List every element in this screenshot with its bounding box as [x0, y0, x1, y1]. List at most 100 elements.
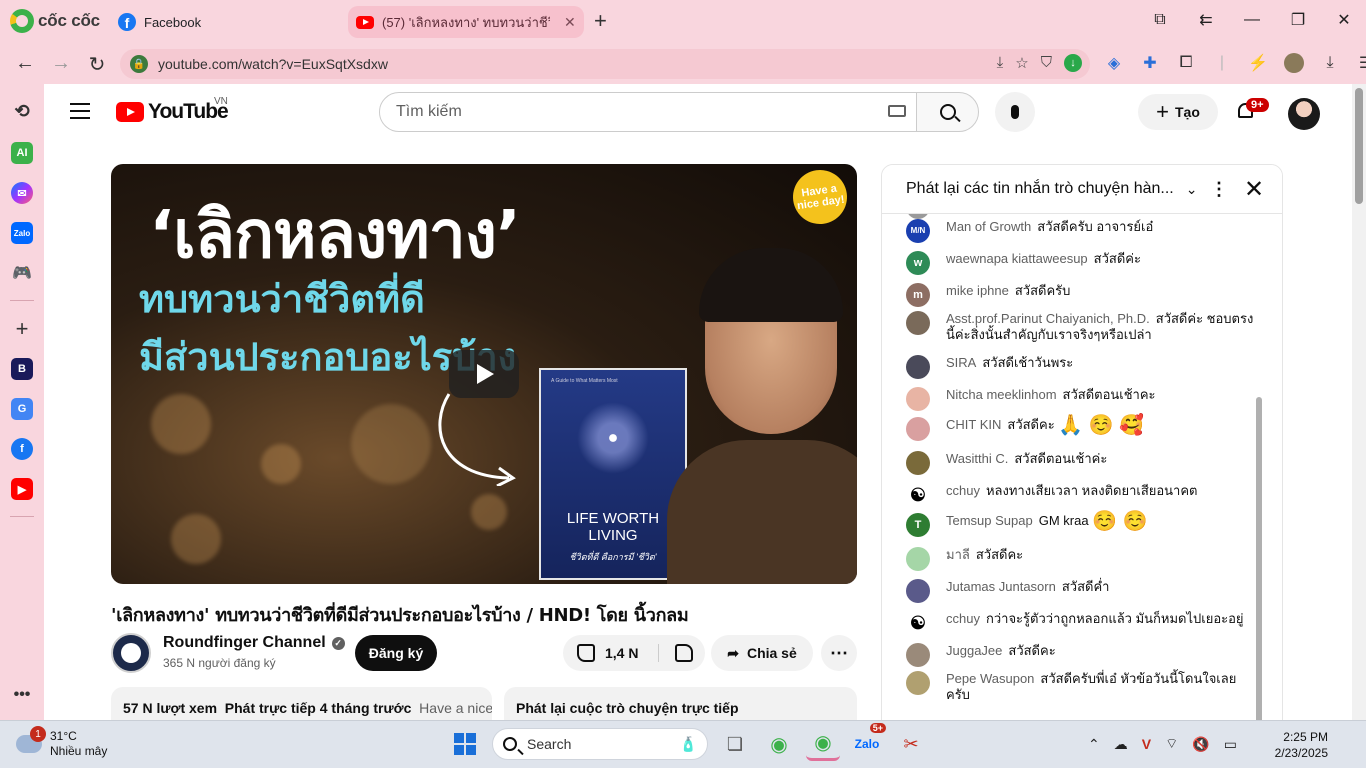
- description-box[interactable]: 57 N lượt xem Phát trực tiếp 4 tháng trư…: [111, 687, 492, 720]
- task-view-icon[interactable]: ❏: [718, 727, 752, 761]
- history-icon[interactable]: ⟲: [11, 100, 33, 122]
- more-actions-button[interactable]: ⋯: [821, 635, 857, 671]
- chat-scrollbar[interactable]: [1256, 397, 1262, 720]
- coccoc-active-taskbar-icon[interactable]: ◉: [806, 727, 840, 761]
- tab-youtube-active[interactable]: (57) 'เลิกหลงทาง' ทบทวนว่าชีวิตที่ดี ✕: [348, 6, 584, 38]
- tab-facebook[interactable]: f Facebook: [112, 6, 342, 38]
- reload-icon[interactable]: ↻: [84, 52, 110, 77]
- channel-name[interactable]: Roundfinger Channel: [163, 634, 326, 652]
- close-window-icon[interactable]: ✕: [1332, 10, 1356, 30]
- address-bar[interactable]: 🔒 youtube.com/watch?v=EuxSqtXsdxw ⤓ ☆ ⛉ …: [120, 49, 1090, 79]
- install-app-icon[interactable]: ⤓: [997, 54, 1004, 72]
- chevron-down-icon[interactable]: ⌄: [1186, 181, 1198, 198]
- extension-1-icon[interactable]: ◈: [1104, 53, 1124, 73]
- chat-author[interactable]: Man of Growth: [946, 219, 1031, 234]
- start-button[interactable]: [448, 727, 482, 761]
- address-url[interactable]: youtube.com/watch?v=EuxSqtXsdxw: [158, 56, 388, 72]
- microphone-icon: [1011, 105, 1019, 119]
- facebook-sidebar-icon[interactable]: f: [11, 438, 33, 460]
- chat-author[interactable]: cchuy: [946, 611, 980, 626]
- subscribe-button[interactable]: Đăng ký: [355, 635, 437, 671]
- back-history-icon[interactable]: ⇇: [1194, 10, 1218, 30]
- performance-icon[interactable]: ⚡: [1248, 53, 1268, 73]
- search-input[interactable]: Tìm kiếm: [379, 92, 917, 132]
- chat-author[interactable]: Temsup Supap: [946, 513, 1033, 528]
- chat-header-title[interactable]: Phát lại các tin nhắn trò chuyện hàn...: [906, 180, 1174, 198]
- chat-close-icon[interactable]: ✕: [1244, 175, 1264, 204]
- hamburger-menu-icon[interactable]: [70, 103, 90, 124]
- maximize-icon[interactable]: ❐: [1286, 10, 1310, 30]
- tab-close-icon[interactable]: ✕: [564, 14, 576, 31]
- minimize-icon[interactable]: —: [1240, 11, 1264, 29]
- dislike-button[interactable]: [659, 644, 693, 662]
- booking-icon[interactable]: B: [11, 358, 33, 380]
- browser-brand[interactable]: cốc cốc: [10, 9, 100, 33]
- chat-author[interactable]: mike iphne: [946, 283, 1009, 298]
- keyboard-icon[interactable]: [888, 105, 906, 117]
- chat-author[interactable]: Wasitthi C.: [946, 451, 1008, 466]
- channel-name-row[interactable]: Roundfinger Channel ✓: [163, 634, 345, 652]
- chat-author[interactable]: JuggaJee: [946, 643, 1002, 658]
- create-button[interactable]: + Tạo: [1138, 94, 1218, 130]
- extensions-area: ◈ ✚ ⧠ | ⚡ ⤓ ☰: [1104, 53, 1366, 73]
- menu-icon[interactable]: ☰: [1356, 53, 1366, 73]
- voice-search-button[interactable]: [995, 92, 1035, 132]
- chat-more-options-icon[interactable]: ⋮: [1210, 179, 1228, 200]
- add-sidebar-item-icon[interactable]: +: [11, 316, 33, 341]
- back-arrow-icon[interactable]: ←: [12, 52, 38, 75]
- chat-author[interactable]: cchuy: [946, 483, 980, 498]
- bookmark-star-icon[interactable]: ☆: [1015, 54, 1028, 72]
- vietkey-icon[interactable]: V: [1142, 736, 1151, 752]
- messenger-icon[interactable]: ✉: [11, 182, 33, 204]
- extension-2-icon[interactable]: ✚: [1140, 53, 1160, 73]
- chat-author[interactable]: Nitcha meeklinhom: [946, 387, 1057, 402]
- coccoc-taskbar-icon[interactable]: ◉: [762, 727, 796, 761]
- google-translate-icon[interactable]: G: [11, 398, 33, 420]
- windows-logo-icon: [454, 733, 476, 755]
- search-button[interactable]: [916, 92, 979, 132]
- youtube-sidebar-icon[interactable]: ▶: [11, 478, 33, 500]
- downloads-icon[interactable]: ⤓: [1320, 54, 1340, 72]
- zalo-taskbar-icon[interactable]: Zalo 5+: [850, 723, 886, 761]
- snipping-tool-icon[interactable]: ✂: [894, 727, 928, 761]
- extensions-puzzle-icon[interactable]: ⧠: [1176, 54, 1196, 72]
- zalo-icon[interactable]: Zalo: [11, 222, 33, 244]
- youtube-logo[interactable]: YouTube VN: [116, 96, 229, 124]
- chat-author[interactable]: waewnapa kiattaweesup: [946, 251, 1088, 266]
- chat-author[interactable]: Pepe Wasupon: [946, 671, 1034, 686]
- screen-capture-icon[interactable]: ⧉: [1148, 11, 1172, 29]
- chat-replay-toggle[interactable]: Phát lại cuộc trò chuyện trực tiếp: [504, 687, 857, 720]
- chat-author[interactable]: มาลี: [946, 547, 970, 562]
- sidebar-more-icon[interactable]: •••: [11, 684, 33, 706]
- bokeh-light: [351, 404, 431, 484]
- shield-icon[interactable]: ⛉: [1041, 54, 1052, 72]
- wifi-icon[interactable]: ⌔: [1165, 735, 1178, 753]
- video-player[interactable]: ‘เลิกหลงทาง’ ทบทวนว่าชีวิตที่ดี มีส่วนปร…: [111, 164, 857, 584]
- channel-avatar[interactable]: [111, 633, 151, 673]
- weather-text: 31°C Nhiều mây: [50, 729, 107, 759]
- share-button[interactable]: ➦ Chia sẻ: [711, 635, 813, 671]
- page-scrollbar-thumb[interactable]: [1355, 88, 1363, 204]
- game-controller-icon[interactable]: 🎮: [11, 262, 33, 284]
- new-tab-icon[interactable]: +: [594, 8, 607, 34]
- play-button[interactable]: [449, 350, 519, 398]
- chat-author[interactable]: Jutamas Juntasorn: [946, 579, 1056, 594]
- site-secure-icon[interactable]: 🔒: [130, 55, 148, 73]
- forward-arrow-icon[interactable]: →: [48, 52, 74, 75]
- account-avatar[interactable]: [1288, 98, 1320, 130]
- chat-author[interactable]: SIRA: [946, 355, 976, 370]
- page-scrollbar[interactable]: [1352, 84, 1366, 720]
- volume-muted-icon[interactable]: 🔇: [1192, 736, 1209, 753]
- battery-icon[interactable]: ▭: [1224, 736, 1237, 753]
- download-video-icon[interactable]: ↓: [1064, 54, 1082, 72]
- profile-avatar[interactable]: [1284, 53, 1304, 73]
- onedrive-cloud-icon[interactable]: ☁: [1114, 736, 1128, 753]
- taskbar-search[interactable]: Search 🧴: [492, 728, 708, 760]
- chat-author[interactable]: CHIT KIN: [946, 417, 1001, 432]
- chat-author[interactable]: Asst.prof.Parinut Chaiyanich, Ph.D.: [946, 311, 1150, 326]
- tray-chevron-up-icon[interactable]: ⌃: [1088, 736, 1100, 753]
- system-clock[interactable]: 2:25 PM 2/23/2025: [1262, 729, 1328, 761]
- chat-avatar: T: [906, 513, 930, 537]
- ai-icon[interactable]: AI: [11, 142, 33, 164]
- like-button[interactable]: 1,4 N: [563, 644, 659, 662]
